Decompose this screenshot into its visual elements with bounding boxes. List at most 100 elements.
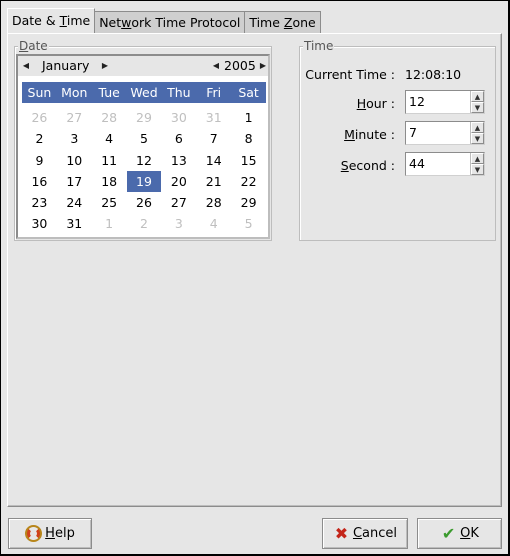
ok-button[interactable]: ✔ OK — [417, 518, 502, 549]
calendar-day[interactable]: 11 — [92, 150, 127, 171]
calendar-day[interactable]: 5 — [127, 128, 162, 149]
calendar-day[interactable]: 28 — [92, 107, 127, 128]
calendar-week-row: 30 31 1 2 3 4 5 — [22, 213, 266, 234]
date-frame: Date ◀ January ▶ ◀ 2005 ▶ Sun Mon Tue We… — [14, 39, 272, 241]
weekday-label: Sun — [27, 85, 52, 100]
tab-time-zone[interactable]: Time Zone — [244, 11, 321, 33]
cancel-button[interactable]: ✖ Cancel — [322, 518, 408, 549]
next-month-arrow-icon[interactable]: ▶ — [100, 56, 110, 76]
calendar-day[interactable]: 27 — [161, 192, 196, 213]
minute-label: Minute : — [344, 127, 395, 142]
calendar-day[interactable]: 4 — [92, 128, 127, 149]
hour-up-arrow-icon[interactable]: ▲ — [471, 91, 484, 102]
calendar-day[interactable]: 24 — [57, 192, 92, 213]
calendar-day[interactable]: 27 — [57, 107, 92, 128]
calendar-day[interactable]: 30 — [161, 107, 196, 128]
weekday-label: Wed — [130, 85, 158, 100]
tab-date-time[interactable]: Date & Time — [7, 8, 96, 33]
calendar-day[interactable]: 17 — [57, 171, 92, 192]
calendar-day[interactable]: 10 — [57, 150, 92, 171]
calendar-day[interactable]: 2 — [127, 213, 162, 234]
label-rest: K — [470, 526, 479, 541]
tab-label-pre: Date & — [12, 13, 60, 28]
time-frame-label: Time — [303, 39, 335, 53]
minute-input[interactable]: 7 — [409, 126, 417, 140]
calendar-day[interactable]: 5 — [231, 213, 266, 234]
calendar-day[interactable]: 9 — [22, 150, 57, 171]
calendar-day[interactable]: 1 — [92, 213, 127, 234]
minute-spin-buttons: ▲ ▼ — [470, 122, 484, 144]
calendar-day[interactable]: 29 — [231, 192, 266, 213]
second-spinbox[interactable]: 44 ▲ ▼ — [405, 152, 485, 176]
calendar-day[interactable]: 30 — [22, 213, 57, 234]
calendar-day[interactable]: 13 — [161, 150, 196, 171]
tab-mnemonic: T — [59, 13, 67, 28]
calendar-day[interactable]: 7 — [196, 128, 231, 149]
next-year-arrow-icon[interactable]: ▶ — [258, 56, 268, 76]
minute-down-arrow-icon[interactable]: ▼ — [471, 133, 484, 144]
calendar-day[interactable]: 2 — [22, 128, 57, 149]
minute-spinbox[interactable]: 7 ▲ ▼ — [405, 121, 485, 145]
second-down-arrow-icon[interactable]: ▼ — [471, 164, 484, 175]
label-rest: our : — [366, 96, 395, 111]
hour-spinbox[interactable]: 12 ▲ ▼ — [405, 90, 485, 114]
calendar-day[interactable]: 4 — [196, 213, 231, 234]
calendar-day[interactable]: 8 — [231, 128, 266, 149]
label-rest: elp — [54, 526, 75, 541]
weekday-label: Sat — [238, 85, 259, 100]
prev-year-arrow-icon[interactable]: ◀ — [211, 56, 221, 76]
calendar-day[interactable]: 29 — [127, 107, 162, 128]
current-time-label: Current Time : — [305, 67, 395, 82]
calendar-day[interactable]: 18 — [92, 171, 127, 192]
second-up-arrow-icon[interactable]: ▲ — [471, 153, 484, 164]
calendar-day[interactable]: 6 — [161, 128, 196, 149]
label-rest: econd : — [348, 158, 395, 173]
calendar-day[interactable]: 26 — [22, 107, 57, 128]
calendar-day[interactable]: 3 — [57, 128, 92, 149]
hour-input[interactable]: 12 — [409, 95, 425, 109]
minute-up-arrow-icon[interactable]: ▲ — [471, 122, 484, 133]
calendar-day[interactable]: 23 — [22, 192, 57, 213]
tab-label-post: ork Time Protocol — [131, 15, 241, 30]
hour-down-arrow-icon[interactable]: ▼ — [471, 102, 484, 113]
label-mnemonic: C — [352, 526, 363, 541]
time-frame: Time Current Time : 12:08:10 Hour : 12 ▲… — [299, 39, 496, 241]
calendar-day[interactable]: 1 — [231, 107, 266, 128]
ok-button-label: OK — [460, 519, 479, 548]
tab-label-pre: Net — [99, 15, 122, 30]
prev-month-arrow-icon[interactable]: ◀ — [21, 56, 31, 76]
label-mnemonic: S — [340, 158, 349, 173]
calendar-day[interactable]: 21 — [196, 171, 231, 192]
tab-bar: Date & Time Network Time Protocol Time Z… — [7, 8, 321, 33]
help-button-label: Help — [45, 519, 75, 548]
tab-label-pre: Time — [249, 15, 284, 30]
calendar-day[interactable]: 31 — [57, 213, 92, 234]
calendar[interactable]: ◀ January ▶ ◀ 2005 ▶ Sun Mon Tue Wed Thu… — [16, 54, 270, 239]
x-icon: ✖ — [334, 524, 349, 543]
calendar-day[interactable]: 31 — [196, 107, 231, 128]
help-button[interactable]: Help — [8, 518, 92, 549]
cancel-button-label: Cancel — [353, 519, 397, 548]
calendar-day-selected[interactable]: 19 — [126, 170, 162, 193]
calendar-day[interactable]: 26 — [127, 192, 162, 213]
label-mnemonic: O — [460, 526, 471, 541]
calendar-day[interactable]: 3 — [161, 213, 196, 234]
calendar-day[interactable]: 25 — [92, 192, 127, 213]
tab-label-post: ime — [66, 13, 91, 28]
date-frame-label: Date — [18, 39, 49, 53]
calendar-day[interactable]: 16 — [22, 171, 57, 192]
check-icon: ✔ — [441, 524, 456, 543]
hour-spin-buttons: ▲ ▼ — [470, 91, 484, 113]
calendar-day[interactable]: 14 — [196, 150, 231, 171]
calendar-day[interactable]: 20 — [161, 171, 196, 192]
month-label: January — [42, 58, 90, 73]
current-time-value: 12:08:10 — [405, 67, 462, 82]
calendar-day[interactable]: 22 — [231, 171, 266, 192]
calendar-day[interactable]: 12 — [127, 150, 162, 171]
calendar-days: 26 27 28 29 30 31 1 2 3 4 5 6 7 8 9 10 11 12 13 14 15 16 17 18 1… — [22, 107, 266, 235]
second-input[interactable]: 44 — [409, 157, 425, 171]
calendar-day[interactable]: 28 — [196, 192, 231, 213]
tab-network-time-protocol[interactable]: Network Time Protocol — [94, 11, 246, 33]
calendar-week-row: 26 27 28 29 30 31 1 — [22, 107, 266, 128]
calendar-day[interactable]: 15 — [231, 150, 266, 171]
